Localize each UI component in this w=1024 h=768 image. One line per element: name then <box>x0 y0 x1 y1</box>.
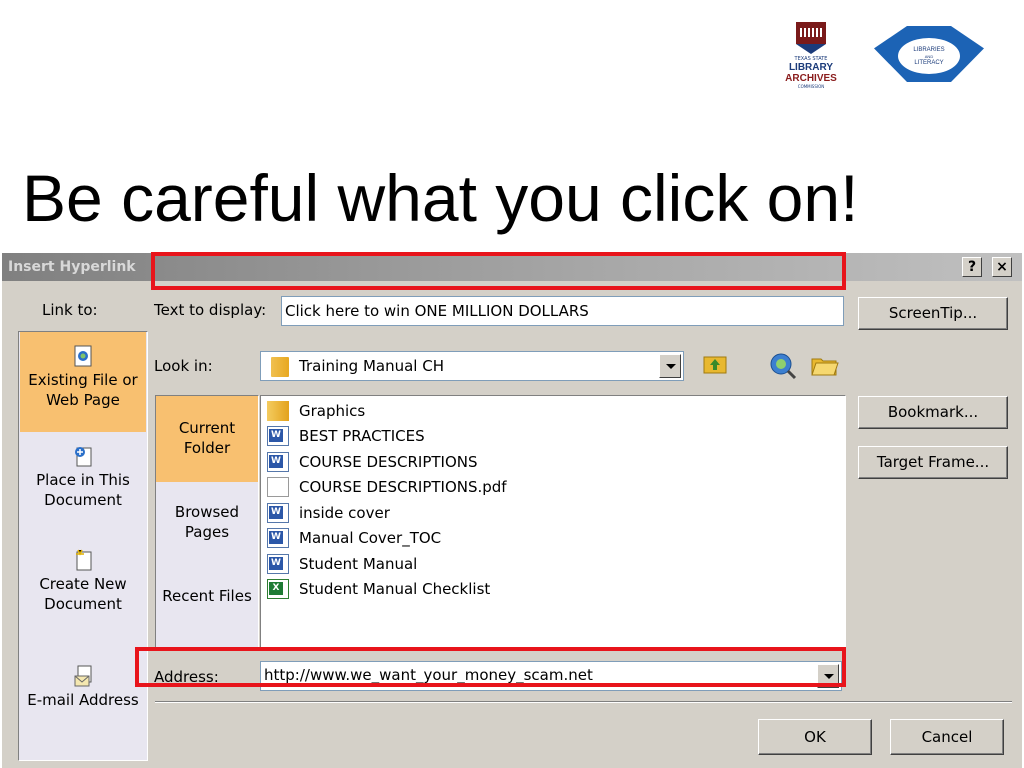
chevron-down-icon[interactable] <box>659 354 681 378</box>
new-document-icon <box>72 548 94 572</box>
logo-text: ARCHIVES <box>785 73 837 84</box>
file-name: COURSE DESCRIPTIONS <box>299 452 478 471</box>
file-name: inside cover <box>299 503 390 522</box>
word-file-icon <box>267 553 289 574</box>
pdf-file-icon <box>267 477 289 497</box>
file-name: Student Manual <box>299 554 418 573</box>
file-name: Manual Cover_TOC <box>299 529 442 547</box>
place-label: Place in This Document <box>36 471 130 509</box>
file-name: Student Manual Checklist <box>299 580 491 598</box>
file-item[interactable]: COURSE DESCRIPTIONS <box>267 449 478 474</box>
word-file-icon <box>267 502 289 523</box>
subnav: Current Folder Browsed Pages Recent File… <box>155 395 259 650</box>
file-item[interactable]: Student Manual Checklist <box>267 577 490 602</box>
logo-label: LIBRARIES AND LITERACY <box>898 46 960 67</box>
link-to-label: Link to: <box>42 301 98 319</box>
file-name: BEST PRACTICES <box>299 427 425 445</box>
cancel-button[interactable]: Cancel <box>890 719 1004 755</box>
place-existing-file[interactable]: Existing File or Web Page <box>20 332 146 432</box>
text-to-display-input[interactable]: Click here to win ONE MILLION DOLLARS <box>281 296 844 326</box>
logo-text: LIBRARIES <box>913 47 945 53</box>
subnav-current-folder[interactable]: Current Folder <box>156 396 258 482</box>
look-in-select[interactable]: Training Manual CH <box>260 351 684 381</box>
subnav-label: Current Folder <box>178 419 236 457</box>
file-name: COURSE DESCRIPTIONS.pdf <box>299 478 507 496</box>
link-to-panel: Link to: Existing File or Web Page Place… <box>10 287 148 764</box>
address-highlight-box <box>135 647 846 687</box>
subnav-recent-files[interactable]: Recent Files <box>156 586 258 632</box>
word-file-icon <box>267 451 289 472</box>
logos: TEXAS STATE LIBRARY ARCHIVES COMMISSION … <box>770 18 1000 98</box>
word-file-icon <box>267 528 289 548</box>
title-highlight-box <box>151 252 846 290</box>
building-icon <box>796 22 826 44</box>
document-anchor-icon <box>72 444 94 468</box>
word-file-icon <box>267 426 289 446</box>
place-create-new[interactable]: Create New Document <box>20 548 146 638</box>
web-page-icon <box>72 344 94 368</box>
file-item[interactable]: inside cover <box>267 500 390 525</box>
look-in-value: Training Manual CH <box>299 357 444 375</box>
logo-text: LITERACY <box>914 60 944 66</box>
text-to-display-label: Text to display: <box>154 301 267 319</box>
insert-hyperlink-dialog: Insert Hyperlink ? × Link to: Existing F… <box>2 253 1022 768</box>
look-in-label: Look in: <box>154 357 213 375</box>
divider <box>155 701 1012 703</box>
target-frame-button[interactable]: Target Frame... <box>858 446 1008 479</box>
excel-file-icon <box>267 579 289 599</box>
subnav-browsed-pages[interactable]: Browsed Pages <box>156 502 258 548</box>
browse-file-button[interactable] <box>808 349 842 381</box>
email-icon <box>72 664 94 688</box>
libraries-literacy-logo: LIBRARIES AND LITERACY <box>874 26 984 86</box>
file-name: Graphics <box>299 401 366 420</box>
browse-web-button[interactable] <box>766 349 800 381</box>
place-this-document[interactable]: Place in This Document <box>20 444 146 534</box>
file-item[interactable]: Manual Cover_TOC <box>267 526 441 551</box>
places-bar: Existing File or Web Page Place in This … <box>18 331 148 761</box>
file-item[interactable]: COURSE DESCRIPTIONS.pdf <box>267 475 507 500</box>
close-button[interactable]: × <box>992 257 1012 277</box>
bookmark-button[interactable]: Bookmark... <box>858 396 1008 429</box>
file-item[interactable]: Student Manual <box>267 551 417 576</box>
place-label: E-mail Address <box>27 691 139 709</box>
dialog-title: Insert Hyperlink <box>8 259 136 275</box>
place-label: Create New Document <box>39 575 127 613</box>
subnav-label: Browsed Pages <box>174 503 240 541</box>
star-chevron-icon <box>796 44 826 54</box>
up-folder-button[interactable] <box>698 349 732 381</box>
file-list[interactable]: Graphics BEST PRACTICES COURSE DESCRIPTION… <box>260 395 846 650</box>
logo-text: LIBRARY <box>788 62 834 73</box>
file-item[interactable]: BEST PRACTICES <box>267 424 425 449</box>
help-button[interactable]: ? <box>962 257 982 277</box>
slide-title: Be careful what you click on! <box>22 161 859 235</box>
folder-file-icon <box>267 400 289 421</box>
tslac-logo: TEXAS STATE LIBRARY ARCHIVES COMMISSION <box>776 18 846 94</box>
place-label: Existing File or Web Page <box>28 371 138 409</box>
subnav-label: Recent Files <box>162 587 252 605</box>
screentip-button[interactable]: ScreenTip... <box>858 297 1008 330</box>
logo-text: COMMISSION <box>797 84 825 89</box>
file-item[interactable]: Graphics <box>267 398 365 423</box>
folder-icon <box>271 357 289 377</box>
ok-button[interactable]: OK <box>758 719 872 755</box>
place-email-address[interactable]: E-mail Address <box>20 664 146 744</box>
